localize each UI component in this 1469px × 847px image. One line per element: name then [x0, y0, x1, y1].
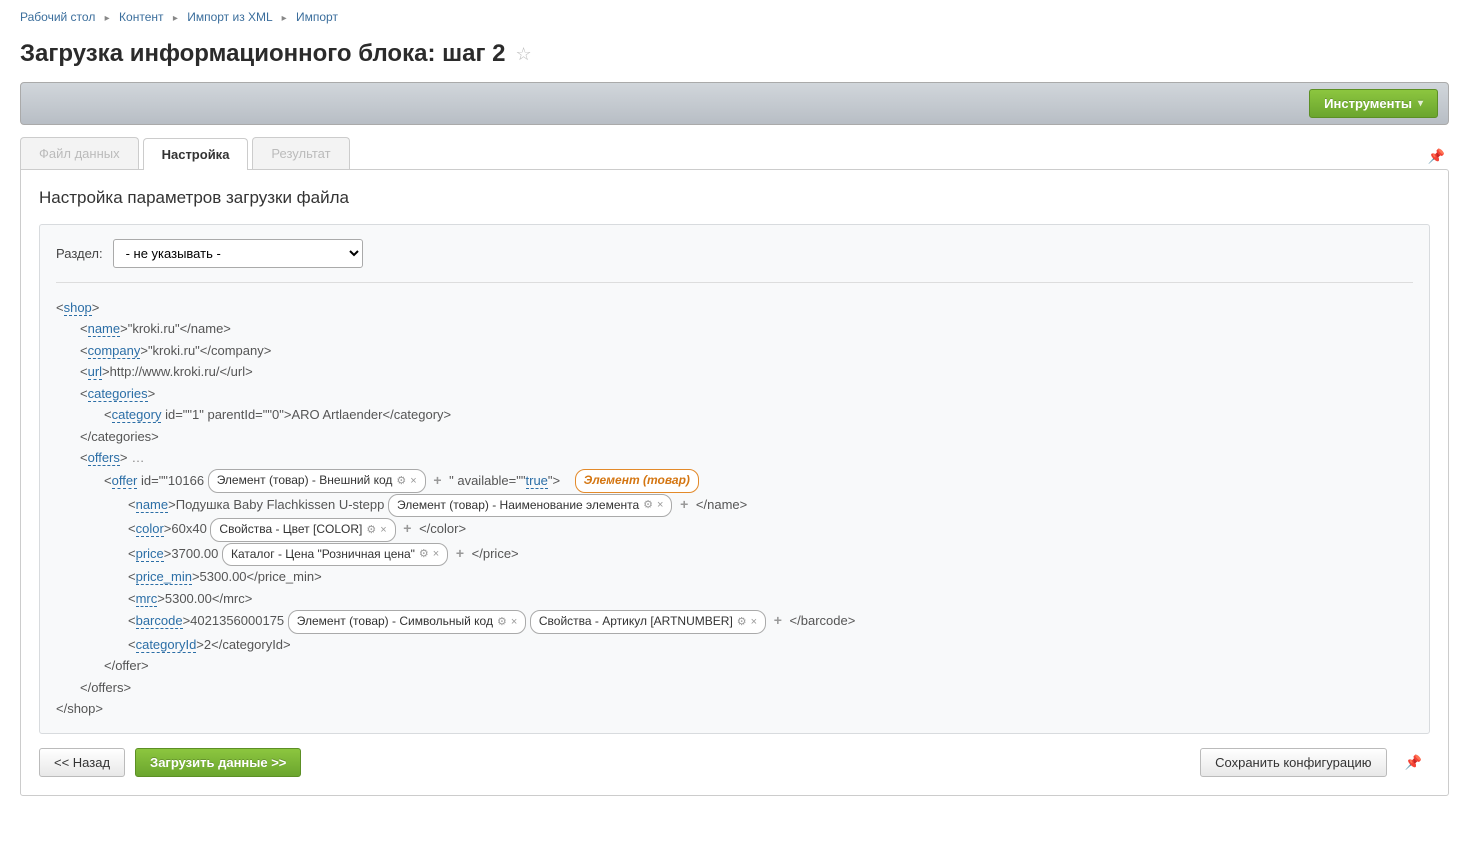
pill-label: Элемент (товар) - Символьный код: [297, 612, 493, 632]
xml-offer-avail: " available="": [449, 473, 525, 488]
crumb-import-xml[interactable]: Импорт из XML: [187, 10, 272, 24]
xml-url[interactable]: url: [88, 364, 102, 380]
plus-icon[interactable]: +: [680, 496, 688, 512]
chevron-down-icon: ▾: [1418, 98, 1423, 109]
close-icon[interactable]: ×: [410, 472, 416, 490]
star-icon[interactable]: ☆: [515, 44, 531, 65]
xml-offer-end: ">: [548, 473, 560, 488]
gear-icon[interactable]: ⚙: [497, 613, 507, 631]
close-icon[interactable]: ×: [511, 613, 517, 631]
back-button[interactable]: << Назад: [39, 748, 125, 777]
gear-icon[interactable]: ⚙: [366, 521, 376, 539]
plus-icon[interactable]: +: [774, 612, 782, 628]
pill-element[interactable]: Элемент (товар): [575, 469, 699, 493]
pill-label: Свойства - Цвет [COLOR]: [219, 520, 362, 540]
close-icon[interactable]: ×: [657, 496, 663, 514]
save-config-button[interactable]: Сохранить конфигурацию: [1200, 748, 1386, 777]
xml-shop[interactable]: shop: [64, 300, 92, 316]
xml-offer-name[interactable]: name: [136, 497, 169, 513]
xml-company-val: "kroki.ru": [148, 343, 200, 358]
xml-barcode-val: 4021356000175: [190, 613, 288, 628]
xml-categoryid[interactable]: categoryId: [136, 637, 197, 653]
pin-icon[interactable]: 📌: [1397, 750, 1430, 775]
pill-label: Каталог - Цена "Розничная цена": [231, 545, 415, 565]
xml-categories[interactable]: categories: [88, 386, 148, 402]
close-icon[interactable]: ×: [380, 521, 386, 539]
plus-icon[interactable]: +: [403, 520, 411, 536]
gear-icon[interactable]: ⚙: [737, 613, 747, 631]
pill-price[interactable]: Каталог - Цена "Розничная цена"⚙×: [222, 543, 448, 567]
xml-offer[interactable]: offer: [112, 473, 138, 489]
xml-mrc[interactable]: mrc: [136, 591, 158, 607]
tools-button[interactable]: Инструменты ▾: [1309, 89, 1438, 118]
gear-icon[interactable]: ⚙: [396, 472, 406, 490]
tab-file[interactable]: Файл данных: [20, 137, 139, 169]
xml-name[interactable]: name: [88, 321, 121, 337]
page-title: Загрузка информационного блока: шаг 2: [20, 40, 505, 68]
section-select[interactable]: - не указывать -: [113, 239, 363, 268]
xml-category-val: ARO Artlaender: [291, 407, 382, 422]
xml-company[interactable]: company: [88, 343, 141, 359]
inner-box: Раздел: - не указывать - <shop> <name>"k…: [39, 224, 1430, 734]
close-icon[interactable]: ×: [751, 613, 757, 631]
pill-label: Элемент (товар) - Наименование элемента: [397, 496, 639, 516]
xml-mrc-val: 5300.00: [165, 591, 212, 606]
chevron-right-icon: ▸: [105, 13, 110, 24]
pill-label: Элемент (товар) - Внешний код: [217, 471, 393, 491]
pill-sym-code[interactable]: Элемент (товар) - Символьный код⚙×: [288, 610, 526, 634]
plus-icon[interactable]: +: [433, 472, 441, 488]
toolbar: Инструменты ▾: [20, 82, 1449, 125]
xml-color-val: 60x40: [171, 521, 210, 536]
gear-icon[interactable]: ⚙: [419, 545, 429, 563]
chevron-right-icon: ▸: [173, 13, 178, 24]
pill-label: Свойства - Артикул [ARTNUMBER]: [539, 612, 733, 632]
xml-offer-id: id=""10166: [137, 473, 207, 488]
pill-element-name[interactable]: Элемент (товар) - Наименование элемента⚙…: [388, 494, 673, 518]
xml-tree: <shop> <name>"kroki.ru"</name> <company>…: [56, 297, 1413, 719]
xml-color[interactable]: color: [136, 521, 164, 537]
pill-label: Элемент (товар): [584, 471, 690, 491]
xml-name-val: "kroki.ru": [128, 321, 180, 336]
tab-settings[interactable]: Настройка: [143, 138, 249, 170]
xml-offers[interactable]: offers: [88, 450, 120, 466]
crumb-content[interactable]: Контент: [119, 10, 163, 24]
load-button[interactable]: Загрузить данные >>: [135, 748, 301, 777]
settings-panel: Настройка параметров загрузки файла Разд…: [20, 169, 1449, 796]
pill-color[interactable]: Свойства - Цвет [COLOR]⚙×: [210, 518, 395, 542]
tab-result[interactable]: Результат: [252, 137, 349, 169]
xml-price[interactable]: price: [136, 546, 164, 562]
xml-offer-name-val: Подушка Baby Flachkissen U-stepp: [176, 497, 388, 512]
xml-price-min-val: 5300.00: [200, 569, 247, 584]
panel-title: Настройка параметров загрузки файла: [39, 188, 1430, 208]
tools-label: Инструменты: [1324, 96, 1412, 111]
xml-category-attrs: id=""1" parentId=""0">: [161, 407, 291, 422]
section-label: Раздел:: [56, 246, 103, 261]
xml-price-val: 3700.00: [171, 546, 222, 561]
dots-icon[interactable]: …: [131, 450, 144, 465]
xml-category[interactable]: category: [112, 407, 162, 423]
xml-barcode[interactable]: barcode: [136, 613, 183, 629]
pin-icon[interactable]: 📌: [1424, 144, 1449, 169]
breadcrumb: Рабочий стол ▸ Контент ▸ Импорт из XML ▸…: [0, 0, 1469, 34]
close-icon[interactable]: ×: [433, 545, 439, 563]
chevron-right-icon: ▸: [282, 13, 287, 24]
xml-price-min[interactable]: price_min: [136, 569, 192, 585]
crumb-desktop[interactable]: Рабочий стол: [20, 10, 95, 24]
gear-icon[interactable]: ⚙: [643, 496, 653, 514]
plus-icon[interactable]: +: [456, 545, 464, 561]
pill-ext-code[interactable]: Элемент (товар) - Внешний код⚙×: [208, 469, 426, 493]
xml-offer-true[interactable]: true: [526, 473, 548, 489]
xml-url-val: http://www.kroki.ru/: [110, 364, 220, 379]
pill-artnumber[interactable]: Свойства - Артикул [ARTNUMBER]⚙×: [530, 610, 766, 634]
crumb-import[interactable]: Импорт: [296, 10, 338, 24]
